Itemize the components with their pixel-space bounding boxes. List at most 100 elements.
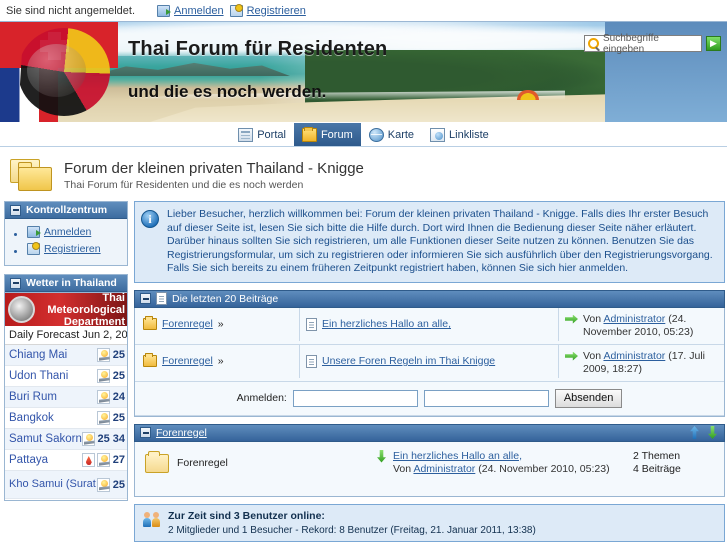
forum-lastpost-link[interactable]: Ein herzliches Hallo an alle, (393, 450, 522, 462)
forum-category-title[interactable]: Forenregel (156, 427, 207, 439)
sidebar-registrieren-link[interactable]: Registrieren (44, 243, 101, 255)
post-thread-link[interactable]: Ein herzliches Hallo an alle, (322, 318, 451, 330)
login-arrow-icon (27, 226, 41, 238)
topbar-register-link[interactable]: Registrieren (247, 5, 306, 17)
weather-row: Bangkok 25 (5, 408, 127, 429)
post-thread-cell: Unsere Foren Regeln im Thai Knigge (300, 344, 559, 378)
weather-temp-min: 25 (112, 370, 125, 382)
collapse-icon[interactable] (10, 204, 21, 216)
sidebar-item-anmelden[interactable]: Anmelden (27, 226, 121, 241)
page-header: Forum der kleinen privaten Thailand - Kn… (0, 147, 727, 201)
goto-last-post-icon[interactable] (375, 450, 388, 463)
sun-cloud-icon (96, 348, 110, 362)
search-submit-button[interactable]: ▶ (706, 36, 721, 51)
post-author-link[interactable]: Administrator (603, 350, 665, 362)
arrow-down-icon[interactable] (706, 426, 719, 439)
online-users-details: 2 Mitglieder und 1 Besucher - Rekord: 8 … (168, 524, 536, 536)
forum-lastpost-cell: Ein herzliches Hallo an alle, Von Admini… (375, 448, 633, 476)
post-forum-link[interactable]: Forenregel (162, 318, 213, 330)
quick-login-label: Anmelden: (236, 392, 287, 404)
table-row: Forenregel Ein herzliches Hallo an alle,… (135, 441, 724, 496)
german-flag-ball-icon (18, 28, 110, 116)
weather-panel: Wetter in Thailand Thai Meteorological D… (4, 274, 128, 501)
login-arrow-icon (157, 4, 172, 17)
forum-name[interactable]: Forenregel (177, 457, 228, 469)
top-status-bar: Sie sind nicht angemeldet. Anmelden Regi… (0, 0, 727, 22)
arrow-up-icon[interactable] (688, 426, 701, 439)
sun-cloud-icon (96, 477, 110, 492)
weather-header: Wetter in Thailand (5, 275, 127, 292)
forum-lastpost-date: (24. November 2010, 05:23) (478, 462, 610, 475)
nav-tab-karte-label: Karte (387, 128, 415, 141)
topbar-login[interactable]: Anmelden (157, 4, 224, 17)
latest-posts-header: Die letzten 20 Beiträge (134, 289, 725, 308)
forum-category-panel: Forenregel Forenregel Ein herzliches Hal… (134, 423, 725, 497)
users-icon (143, 511, 161, 527)
search-input[interactable]: Suchbegriffe eingeben (603, 33, 701, 55)
weather-temp-min: 25 (112, 412, 125, 424)
password-input[interactable] (423, 389, 549, 407)
post-author-prefix: Von (583, 312, 602, 325)
post-author-cell: Von Administrator (17. Juli 2009, 18:27) (559, 345, 724, 381)
weather-city: Samut Sakorn (9, 433, 82, 445)
search-input-wrapper[interactable]: Suchbegriffe eingeben (584, 33, 702, 55)
site-banner: Thai Forum für Residenten und die es noc… (0, 22, 727, 122)
sidebar-anmelden-link[interactable]: Anmelden (44, 226, 91, 238)
forum-name-cell: Forenregel (145, 448, 375, 473)
folder-icon (143, 353, 157, 367)
nav-tab-portal[interactable]: Portal (230, 123, 294, 146)
welcome-box: i Lieber Besucher, herzlich willkommen b… (134, 201, 725, 283)
nav-tab-portal-label: Portal (257, 128, 286, 141)
sidebar-item-registrieren[interactable]: Registrieren (27, 242, 121, 258)
collapse-icon[interactable] (140, 427, 151, 438)
username-input[interactable] (292, 389, 418, 407)
post-forum-cell: Forenregel » (135, 344, 300, 378)
tmd-provider-name: Thai Meteorological Department (47, 293, 125, 326)
weather-temp-min: 25 (112, 478, 125, 491)
welcome-text: Lieber Besucher, herzlich willkommen bei… (167, 208, 713, 274)
collapse-icon[interactable] (140, 293, 151, 304)
sun-cloud-icon (81, 432, 95, 446)
weather-row: Chiang Mai 25 (5, 345, 127, 366)
forum-lastpost-author[interactable]: Administrator (413, 463, 475, 475)
table-row: Forenregel » Unsere Foren Regeln im Thai… (135, 344, 724, 382)
forum-topics-count: 2 Themen (633, 449, 681, 462)
nav-tab-linkliste[interactable]: Linkliste (422, 123, 497, 146)
post-forum-link[interactable]: Forenregel (162, 355, 213, 367)
forum-posts-count: 4 Beiträge (633, 462, 681, 475)
post-forum-cell: Forenregel » (135, 307, 300, 341)
topbar-login-link[interactable]: Anmelden (174, 5, 224, 17)
banner-title-line1: Thai Forum für Residenten (128, 38, 388, 60)
control-center-body: Anmelden Registrieren (5, 219, 127, 265)
portal-icon (238, 127, 254, 142)
control-center-panel: Kontrollzentrum Anmelden Registrieren (4, 201, 128, 266)
table-row: Forenregel » Ein herzliches Hallo an all… (135, 307, 724, 345)
goto-post-icon[interactable] (565, 313, 578, 326)
post-author-link[interactable]: Administrator (603, 313, 665, 325)
quick-login-form: Anmelden: Absenden (135, 381, 724, 416)
topbar-register[interactable]: Registrieren (229, 3, 306, 17)
post-author-prefix: Von (583, 349, 602, 362)
page-subtitle: Thai Forum für Residenten und die es noc… (64, 178, 304, 191)
goto-post-icon[interactable] (565, 350, 578, 363)
nav-tab-forum-label: Forum (320, 128, 353, 141)
post-thread-link[interactable]: Unsere Foren Regeln im Thai Knigge (322, 355, 495, 367)
folder-icon (143, 316, 157, 330)
latest-posts-title: Die letzten 20 Beiträge (172, 292, 279, 305)
linklist-icon (430, 127, 446, 142)
weather-row: Udon Thani 25 (5, 366, 127, 387)
control-center-title: Kontrollzentrum (26, 204, 108, 216)
submit-login-button[interactable]: Absenden (554, 388, 623, 408)
weather-row: Pattaya 27 (5, 450, 127, 471)
main-navigation: Portal Forum Karte Linkliste (0, 122, 727, 147)
nav-tab-karte[interactable]: Karte (361, 123, 422, 146)
forecast-date-title: Daily Forecast Jun 2, 20 (5, 326, 127, 345)
online-users-box: Zur Zeit sind 3 Benutzer online: 2 Mitgl… (134, 503, 725, 542)
nav-tab-forum[interactable]: Forum (293, 123, 361, 146)
latest-posts-panel: Die letzten 20 Beiträge Forenregel » Ein… (134, 289, 725, 417)
collapse-icon[interactable] (10, 277, 21, 289)
weather-city: Chiang Mai (9, 349, 68, 361)
weather-title: Wetter in Thailand (26, 277, 117, 289)
search-icon (588, 38, 599, 49)
document-icon (306, 317, 317, 331)
